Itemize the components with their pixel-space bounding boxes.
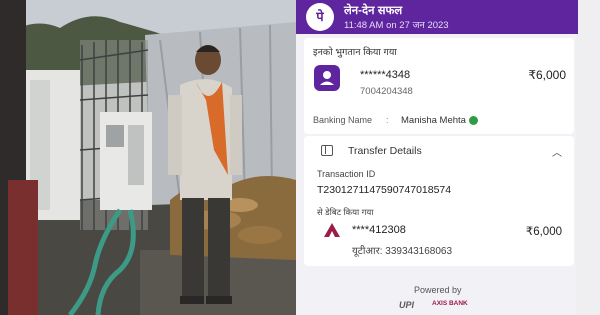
payee-account-number: ******4348 bbox=[360, 69, 411, 81]
phonepe-logo-icon: पे bbox=[306, 3, 334, 31]
paid-amount: ₹6,000 bbox=[528, 68, 566, 82]
axis-bank-logo: AXIS BANK bbox=[432, 300, 468, 307]
debit-amount: ₹6,000 bbox=[525, 226, 562, 238]
debited-from-label: से डेबिट किया गया bbox=[317, 207, 374, 217]
transfer-details-title[interactable]: Transfer Details bbox=[348, 145, 422, 157]
news-photo bbox=[0, 0, 296, 315]
debit-account-number: ****412308 bbox=[352, 224, 406, 236]
upi-logo: UPI bbox=[399, 300, 415, 310]
transaction-id-value: T2301271147590747018574 bbox=[317, 184, 452, 196]
screen-edge bbox=[576, 0, 600, 315]
utr-number: यूटीआर: 339343168063 bbox=[352, 246, 453, 257]
banking-name-label: Banking Name bbox=[313, 115, 373, 125]
transfer-details-card: Transfer Details ︿ Transaction ID T23012… bbox=[304, 136, 574, 266]
payee-phone-number: 7004204348 bbox=[360, 86, 413, 97]
transaction-datetime: 11:48 AM on 27 जन 2023 bbox=[344, 20, 449, 31]
banking-name-value: Manisha Mehta bbox=[401, 115, 466, 126]
payee-card: इनको भुगतान किया गया ******4348 70042043… bbox=[304, 38, 574, 134]
photo-scene bbox=[0, 0, 296, 315]
contact-avatar-icon[interactable] bbox=[314, 65, 340, 91]
paid-to-label: इनको भुगतान किया गया bbox=[313, 47, 397, 58]
receipt-icon bbox=[321, 145, 333, 156]
app-header: पे लेन-देन सफल 11:48 AM on 27 जन 2023 bbox=[296, 0, 578, 34]
person-glyph-icon bbox=[320, 71, 334, 85]
powered-by-label: Powered by bbox=[414, 285, 462, 295]
transaction-id-label: Transaction ID bbox=[317, 169, 376, 179]
verified-shield-icon bbox=[469, 116, 478, 125]
banking-name-separator: : bbox=[386, 115, 389, 125]
axis-bank-icon bbox=[324, 223, 340, 237]
phonepe-receipt-screen: पे लेन-देन सफल 11:48 AM on 27 जन 2023 इन… bbox=[296, 0, 600, 315]
chevron-up-icon[interactable]: ︿ bbox=[552, 144, 562, 159]
transaction-status-title: लेन-देन सफल bbox=[344, 5, 403, 17]
